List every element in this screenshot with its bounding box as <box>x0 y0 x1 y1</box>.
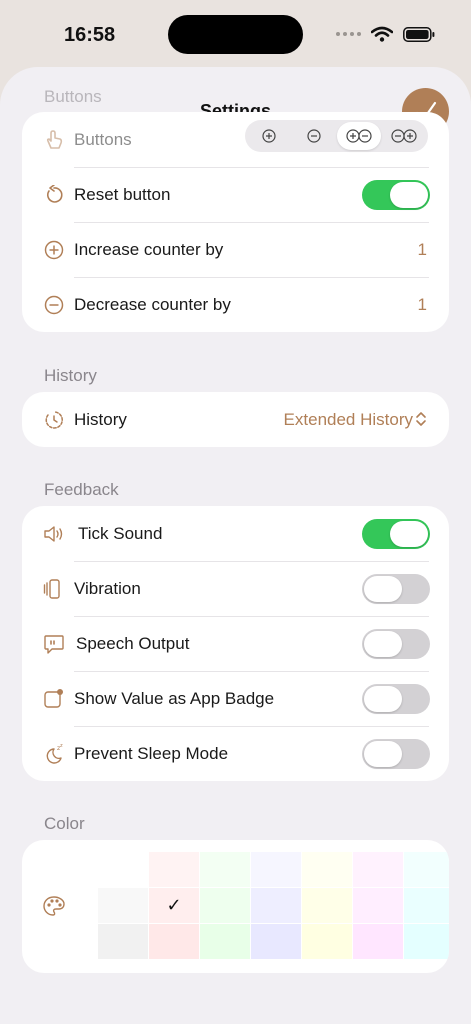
color-swatch[interactable] <box>404 924 449 959</box>
vibration-icon <box>42 577 66 601</box>
reset-button-toggle[interactable] <box>362 179 430 210</box>
color-swatch[interactable] <box>302 852 352 887</box>
speech-output-row: Speech Output <box>22 616 449 671</box>
tick-sound-toggle[interactable] <box>362 518 430 549</box>
segment-plus[interactable] <box>247 122 292 150</box>
chevron-up-down-icon <box>416 412 426 426</box>
speech-output-toggle[interactable] <box>362 628 430 659</box>
minus-circle-icon <box>307 129 321 143</box>
color-swatch[interactable] <box>98 924 148 959</box>
color-swatch[interactable]: ✓ <box>149 888 199 923</box>
minus-plus-icon <box>391 129 417 143</box>
history-row[interactable]: History Extended History <box>22 392 449 447</box>
color-swatch[interactable] <box>302 924 352 959</box>
decrease-counter-value: 1 <box>417 294 427 314</box>
app-badge-toggle[interactable] <box>362 683 430 714</box>
prevent-sleep-toggle[interactable] <box>362 738 430 769</box>
segment-minus[interactable] <box>292 122 337 150</box>
speech-output-label: Speech Output <box>76 633 190 653</box>
dynamic-island <box>168 15 303 54</box>
color-swatch[interactable] <box>251 924 301 959</box>
wifi-icon <box>371 26 393 42</box>
color-swatch[interactable] <box>98 852 148 887</box>
history-card: History Extended History <box>22 392 449 447</box>
app-badge-row: Show Value as App Badge <box>22 671 449 726</box>
increase-counter-row[interactable]: Increase counter by 1 <box>22 222 449 277</box>
prevent-sleep-label: Prevent Sleep Mode <box>74 743 229 763</box>
status-bar: 16:58 <box>0 0 471 64</box>
segment-plus-minus[interactable] <box>336 122 382 150</box>
history-picker-value[interactable]: Extended History <box>284 410 413 430</box>
feedback-card: Tick Sound Vibration Speech Output Show … <box>22 506 449 781</box>
vibration-toggle[interactable] <box>362 573 430 604</box>
checkmark-icon: ✓ <box>166 895 182 915</box>
buttons-style-row: Buttons <box>22 112 449 167</box>
settings-sheet: Buttons Settings Buttons Reset button In… <box>0 67 471 1024</box>
color-swatch[interactable] <box>149 852 199 887</box>
status-time: 16:58 <box>64 24 116 46</box>
color-swatch[interactable] <box>353 852 403 887</box>
increase-counter-value: 1 <box>417 239 427 259</box>
minus-circle-icon <box>42 293 66 317</box>
decrease-counter-row[interactable]: Decrease counter by 1 <box>22 277 449 332</box>
buttons-style-label: Buttons <box>74 129 132 149</box>
plus-circle-icon <box>42 238 66 262</box>
reset-button-label: Reset button <box>74 184 171 204</box>
color-card: ✓ <box>22 840 449 973</box>
speaker-icon <box>42 522 66 546</box>
color-swatch[interactable] <box>200 924 250 959</box>
speech-bubble-icon <box>42 632 66 656</box>
color-swatch[interactable] <box>200 852 250 887</box>
color-swatch[interactable] <box>404 852 449 887</box>
vibration-label: Vibration <box>74 578 141 598</box>
color-swatch[interactable] <box>353 888 403 923</box>
battery-icon <box>403 26 435 42</box>
buttons-segmented-control[interactable] <box>245 120 428 152</box>
color-swatch[interactable] <box>302 888 352 923</box>
color-swatch[interactable] <box>251 852 301 887</box>
cellular-dots-icon <box>336 32 361 36</box>
hand-tap-icon <box>42 128 66 152</box>
segment-minus-plus[interactable] <box>381 122 426 150</box>
app-badge-icon <box>42 687 66 711</box>
reset-button-row: Reset button <box>22 167 449 222</box>
increase-counter-label: Increase counter by <box>74 239 224 259</box>
plus-circle-icon <box>262 129 276 143</box>
history-label: History <box>74 409 127 429</box>
color-swatch[interactable] <box>200 888 250 923</box>
history-section-header: History <box>44 366 97 385</box>
history-clock-icon <box>42 408 66 432</box>
color-section-header: Color <box>44 814 85 833</box>
svg-text:z: z <box>60 743 63 749</box>
color-grid: ✓ <box>98 852 449 959</box>
vibration-row: Vibration <box>22 561 449 616</box>
tick-sound-row: Tick Sound <box>22 506 449 561</box>
decrease-counter-label: Decrease counter by <box>74 294 231 314</box>
color-swatch[interactable] <box>353 924 403 959</box>
feedback-section-header: Feedback <box>44 480 119 499</box>
tick-sound-label: Tick Sound <box>78 523 163 543</box>
plus-minus-icon <box>346 129 372 143</box>
color-swatch[interactable] <box>404 888 449 923</box>
prevent-sleep-row: z z Prevent Sleep Mode <box>22 726 449 781</box>
buttons-card: Buttons Reset button Increase counter by… <box>22 112 449 332</box>
reset-icon <box>42 183 66 207</box>
color-swatch[interactable] <box>149 924 199 959</box>
palette-icon <box>42 895 66 922</box>
status-icons <box>336 26 435 42</box>
color-swatch[interactable] <box>98 888 148 923</box>
color-swatch[interactable] <box>251 888 301 923</box>
app-badge-label: Show Value as App Badge <box>74 688 275 708</box>
sleep-moon-icon: z z <box>42 742 66 766</box>
